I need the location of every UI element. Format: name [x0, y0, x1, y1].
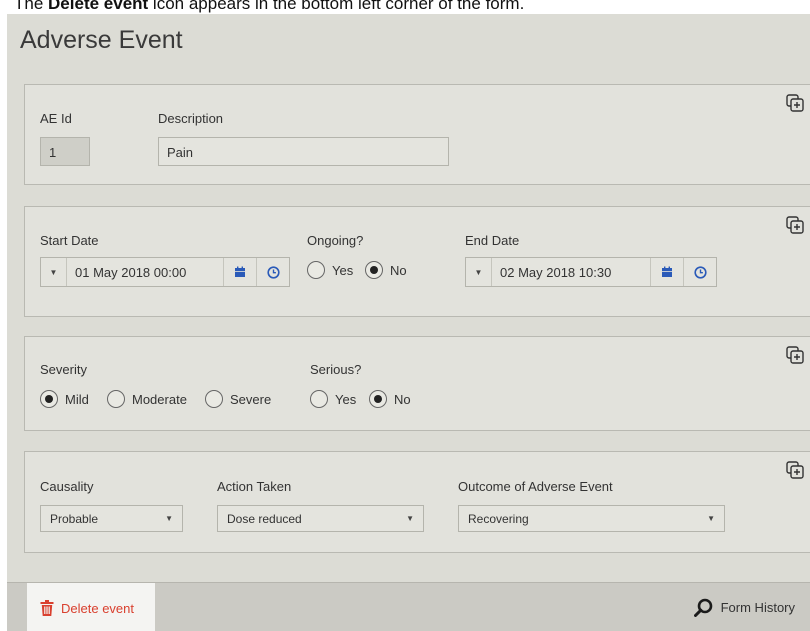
causality-select[interactable]: Probable ▼: [40, 505, 183, 532]
severity-panel: Severity Mild Moderate Severe Serious? Y…: [24, 336, 810, 431]
severity-label: Severity: [40, 362, 87, 377]
duplicate-icon[interactable]: [786, 94, 804, 112]
ae-id-field: 1: [40, 137, 90, 166]
severity-mild-radio[interactable]: Mild: [40, 390, 89, 408]
ongoing-label: Ongoing?: [307, 233, 364, 248]
dates-panel: Start Date ▼ 01 May 2018 00:00 Ongoing? …: [24, 206, 810, 317]
serious-label: Serious?: [310, 362, 362, 377]
chevron-down-icon[interactable]: ▼: [41, 258, 67, 286]
calendar-icon[interactable]: [223, 258, 256, 286]
calendar-icon[interactable]: [650, 258, 683, 286]
chevron-down-icon: ▼: [707, 514, 715, 523]
chevron-down-icon: ▼: [165, 514, 173, 523]
serious-yes-radio[interactable]: Yes: [310, 390, 356, 408]
duplicate-icon[interactable]: [786, 461, 804, 479]
description-field[interactable]: Pain: [158, 137, 449, 166]
severity-severe-radio[interactable]: Severe: [205, 390, 271, 408]
severity-moderate-radio[interactable]: Moderate: [107, 390, 187, 408]
end-date-value[interactable]: 02 May 2018 10:30: [492, 258, 650, 286]
ae-id-label: AE Id: [40, 111, 72, 126]
description-label: Description: [158, 111, 224, 126]
adverse-event-form: Adverse Event AE Id 1 Description Pain S…: [7, 14, 810, 631]
caption-text: The Delete event icon appears in the bot…: [14, 0, 525, 13]
form-footer: Delete event Form History: [7, 582, 810, 631]
causality-label: Causality: [40, 479, 94, 494]
serious-no-radio[interactable]: No: [369, 390, 411, 408]
clock-icon[interactable]: [683, 258, 716, 286]
duplicate-icon[interactable]: [786, 346, 804, 364]
end-date-label: End Date: [465, 233, 520, 248]
form-history-button[interactable]: Form History: [693, 598, 795, 617]
form-title: Adverse Event: [20, 26, 183, 54]
start-date-label: Start Date: [40, 233, 99, 248]
outcome-select[interactable]: Recovering ▼: [458, 505, 725, 532]
chevron-down-icon: ▼: [406, 514, 414, 523]
clock-icon[interactable]: [256, 258, 289, 286]
start-date-value[interactable]: 01 May 2018 00:00: [67, 258, 223, 286]
chevron-down-icon[interactable]: ▼: [466, 258, 492, 286]
form-history-label: Form History: [720, 600, 795, 615]
delete-event-button[interactable]: Delete event: [27, 583, 155, 631]
delete-event-label: Delete event: [61, 600, 134, 616]
causality-panel: Causality Probable ▼ Action Taken Dose re…: [24, 451, 810, 553]
action-taken-label: Action Taken: [217, 479, 292, 494]
ongoing-no-radio[interactable]: No: [365, 261, 407, 279]
search-icon: [693, 598, 712, 617]
duplicate-icon[interactable]: [786, 216, 804, 234]
end-date-picker[interactable]: ▼ 02 May 2018 10:30: [465, 257, 717, 287]
trash-icon: [40, 600, 54, 616]
outcome-label: Outcome of Adverse Event: [458, 479, 613, 494]
ongoing-yes-radio[interactable]: Yes: [307, 261, 353, 279]
id-description-panel: AE Id 1 Description Pain: [24, 84, 810, 185]
start-date-picker[interactable]: ▼ 01 May 2018 00:00: [40, 257, 290, 287]
action-taken-select[interactable]: Dose reduced ▼: [217, 505, 424, 532]
